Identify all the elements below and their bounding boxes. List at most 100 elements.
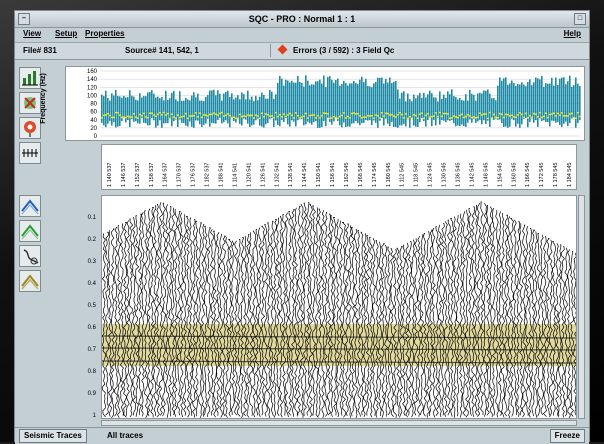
frequency-bar [269,89,271,119]
frequency-bar [329,76,331,123]
dominant-frequency-mark [125,116,127,119]
trace-spacing-tool-button[interactable] [19,142,41,164]
frequency-bar [157,96,159,126]
seismic-trace [435,226,440,416]
dominant-frequency-mark [407,117,409,120]
dominant-frequency-mark [559,114,561,116]
dominant-frequency-mark [365,116,367,118]
frequency-bar [389,77,391,127]
seismic-trace [284,212,289,418]
dominant-frequency-mark [313,114,315,116]
frequency-bar [381,77,383,119]
maximize-button[interactable]: □ [574,13,586,25]
dominant-frequency-mark [269,115,271,117]
dominant-frequency-mark [127,115,129,118]
frequency-bar [521,82,523,125]
menu-properties[interactable]: Properties [85,29,125,38]
trace-header-panel: 1 140 537 1 146 537 1 152 537 1 158 537 1 16… [101,144,577,190]
frequency-bar [117,96,119,127]
frequency-bar [223,93,225,123]
dominant-frequency-mark [521,113,523,116]
seismic-section[interactable] [101,195,577,419]
frequency-bar [319,79,321,128]
seismic-trace [459,213,463,418]
dominant-frequency-mark [153,114,155,116]
dominant-frequency-mark [425,114,427,117]
frequency-bar [471,93,473,123]
dominant-frequency-mark [135,116,137,118]
cross-marker-tool-button[interactable] [19,92,41,114]
source-number: Source# 141, 542, 1 [125,46,199,55]
horizon-yellow-tool-button[interactable] [19,270,41,292]
dominant-frequency-mark [391,113,393,116]
window-menu-button[interactable]: – [18,13,30,25]
dominant-frequency-mark [475,116,477,119]
seismic-trace [126,220,130,416]
dominant-frequency-mark [383,115,385,117]
dominant-frequency-mark [517,114,519,116]
dominant-frequency-mark [181,116,183,118]
dominant-frequency-mark [493,113,495,116]
horizon-blue-tool-button[interactable] [19,195,41,217]
seismic-trace [428,229,434,417]
frequency-bar [503,78,505,127]
target-tool-button[interactable] [19,117,41,139]
seismic-trace [108,230,113,417]
vertical-scrollbar[interactable] [578,195,585,419]
frequency-bar [143,96,145,123]
horizon-green-tool-button[interactable] [19,220,41,242]
dominant-frequency-mark [345,117,347,119]
info-separator [270,44,271,57]
frequency-bar [335,79,337,119]
menu-setup[interactable]: Setup [55,29,77,38]
dominant-frequency-mark [243,115,245,117]
dominant-frequency-mark [513,115,515,118]
frequency-bar [481,93,483,125]
dominant-frequency-mark [359,115,361,117]
menu-view[interactable]: View [23,29,41,38]
dominant-frequency-mark [481,114,483,116]
seismic-trace [135,215,140,417]
frequency-bar [147,92,149,126]
frequency-bar [145,96,147,124]
dominant-frequency-mark [173,116,175,118]
trace-header-label: 1 160 545 [511,163,517,187]
seismic-traces-button[interactable]: Seismic Traces [19,429,87,443]
frequency-bar [373,83,375,121]
dominant-frequency-mark [547,116,549,119]
frequency-panel[interactable]: Frequency (Hz) 160 140 120 100 80 60 40 20 0 [40,66,585,141]
dominant-frequency-mark [109,114,111,117]
dominant-frequency-mark [523,116,525,119]
seismic-trace [309,203,314,418]
dominant-frequency-mark [529,115,531,117]
seismic-trace [117,225,121,418]
histogram-tool-button[interactable] [19,67,41,89]
frequency-bar [249,99,251,128]
seismic-trace [192,219,196,418]
frequency-bar [231,93,233,118]
dominant-frequency-mark [205,114,207,116]
freeze-button[interactable]: Freeze [549,429,585,443]
dominant-frequency-mark [159,111,161,114]
horizontal-scrollbar[interactable] [101,420,577,426]
frequency-bar [253,101,255,125]
dominant-frequency-mark [249,114,251,117]
menu-help[interactable]: Help [564,29,581,38]
dominant-frequency-mark [317,114,319,117]
seismic-trace [471,206,476,418]
menu-bar: View Setup Properties Help [15,28,589,43]
seismic-trace [449,218,455,417]
dominant-frequency-mark [259,117,261,120]
frequency-bar [293,82,295,122]
dominant-frequency-mark [545,112,547,114]
pick-tool-button[interactable] [19,245,41,267]
frequency-bar [189,100,191,122]
frequency-bar [511,80,513,119]
errors-summary[interactable]: Errors (3 / 592) : 3 Field Qc [293,46,394,55]
title-bar[interactable]: SQC - PRO : Normal 1 : 1 – □ [15,11,589,28]
dominant-frequency-mark [483,113,485,115]
frequency-bar [523,84,525,119]
seismic-trace [180,212,184,418]
frequency-bar [407,93,409,120]
dominant-frequency-mark [295,112,297,114]
